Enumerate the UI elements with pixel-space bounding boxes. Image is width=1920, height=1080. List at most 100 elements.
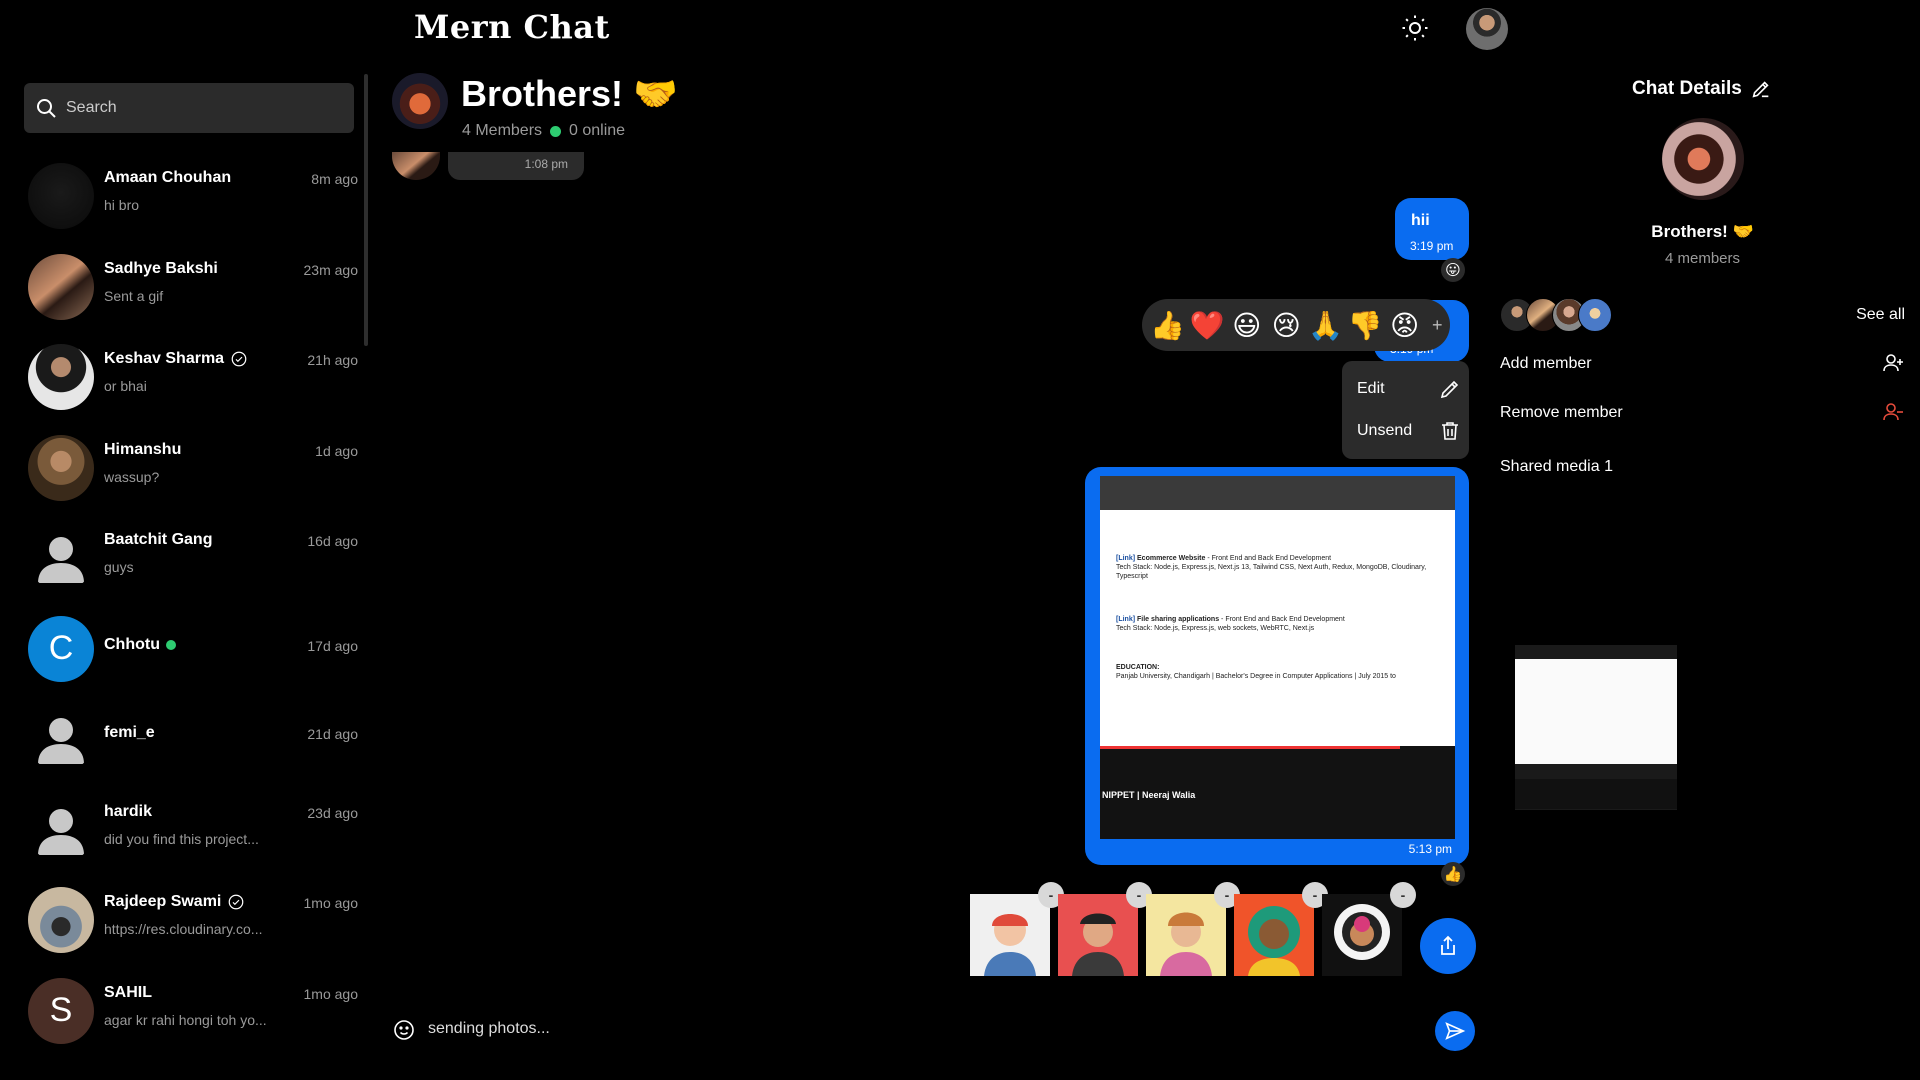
details-group-name: Brothers! 🤝: [1651, 222, 1754, 241]
chat-list: Amaan Chouhan hi bro 8m ago Sadhye Baksh…: [24, 151, 358, 1056]
see-all-link[interactable]: See all: [1856, 306, 1905, 324]
message-context-menu: Edit Unsend: [1342, 361, 1469, 459]
chat-details-panel: Chat Details Brothers! 🤝 4 members See a…: [1500, 58, 1920, 1080]
reaction-thumbs-up[interactable]: 👍: [1148, 305, 1187, 345]
message-reaction[interactable]: 😛: [1441, 258, 1465, 282]
sidebar-scrollbar[interactable]: [364, 74, 368, 346]
shared-image[interactable]: [Link] Ecommerce Website - Front End and…: [1100, 476, 1455, 839]
online-count: 0 online: [569, 122, 626, 139]
search-box: [24, 83, 354, 133]
app-logo[interactable]: Mern Chat: [414, 8, 610, 46]
avatar: [28, 887, 94, 953]
reaction-thumbs-down[interactable]: 👎: [1345, 305, 1384, 345]
chat-item[interactable]: Keshav Sharma or bhai 21h ago: [24, 332, 358, 423]
image-message[interactable]: [Link] Ecommerce Website - Front End and…: [1085, 467, 1469, 865]
reaction-picker: 👍 ❤️ 😃 😢 🙏 👎 😡 +: [1142, 299, 1450, 351]
group-avatar[interactable]: [392, 73, 448, 129]
chat-item[interactable]: femi_e 21d ago: [24, 694, 358, 785]
chat-item[interactable]: Sadhye Bakshi Sent a gif 23m ago: [24, 242, 358, 333]
remove-member-button[interactable]: Remove member: [1500, 403, 1905, 422]
avatar: [28, 434, 94, 501]
send-icon: [1445, 1022, 1466, 1040]
screenshot-browser-bar: [1100, 476, 1455, 510]
sun-icon[interactable]: [1400, 13, 1430, 43]
profile-avatar[interactable]: [1466, 8, 1508, 50]
chat-item[interactable]: Himanshu wassup? 1d ago: [24, 423, 358, 514]
edit-icon[interactable]: [1750, 78, 1772, 100]
composer-status[interactable]: sending photos...: [428, 1020, 550, 1038]
reaction-pray[interactable]: 🙏: [1306, 305, 1345, 345]
online-indicator: [550, 125, 562, 137]
chat-time: 23m ago: [303, 261, 358, 278]
shared-media-thumbnail[interactable]: [1515, 645, 1677, 810]
message-composer: sending photos...: [392, 1010, 1482, 1060]
message-reaction[interactable]: 👍: [1441, 862, 1465, 886]
chat-item[interactable]: hardik did you find this project... 23d …: [24, 785, 358, 876]
chat-preview: hi bro: [104, 197, 140, 213]
thumbnail-video-bar: [1515, 779, 1677, 809]
details-member-count: 4 members: [1664, 250, 1741, 267]
chat-name-text: Baatchit Gang: [104, 531, 213, 548]
chat-name: Sadhye Bakshi: [104, 260, 218, 278]
search-icon: [37, 99, 56, 118]
chat-item[interactable]: Baatchit Gang guys 16d ago: [24, 513, 358, 604]
chat-time: 23d ago: [307, 804, 358, 821]
upload-thumbnail: -: [1234, 882, 1328, 976]
member-count: 4 Members: [462, 122, 543, 139]
avatar: [28, 163, 94, 229]
message-time: 3:19 pm: [1410, 239, 1454, 253]
message-bubble[interactable]: hii 3:19 pm: [1395, 198, 1469, 260]
chat-item[interactable]: Amaan Chouhan hi bro 8m ago: [24, 151, 358, 242]
thumbnail-document: [1515, 659, 1677, 764]
unsend-menu-item[interactable]: Unsend: [1357, 411, 1462, 451]
sidebar: Amaan Chouhan hi bro 8m ago Sadhye Baksh…: [0, 58, 370, 1080]
member-avatars[interactable]: [1500, 298, 1620, 332]
remove-member-label: Remove member: [1500, 404, 1623, 421]
chat-preview: wassup?: [104, 468, 160, 485]
upload-thumbnail: -: [1146, 882, 1240, 976]
video-progress: [1100, 746, 1400, 749]
shared-media-label: Shared media 1: [1500, 458, 1613, 475]
upload-thumbnail: -: [1058, 882, 1152, 976]
avatar: [28, 253, 94, 320]
chat-item[interactable]: Rajdeep Swami https://res.cloudinary.co.…: [24, 875, 358, 966]
chat-time: 1d ago: [315, 442, 358, 459]
chat-item[interactable]: C Chhotu 17d ago: [24, 604, 358, 695]
trash-icon: [1442, 422, 1458, 440]
chat-preview: Sent a gif: [104, 287, 164, 304]
search-input[interactable]: [66, 83, 346, 133]
reaction-sad[interactable]: 😢: [1266, 305, 1305, 345]
group-title[interactable]: Brothers! 🤝: [461, 73, 678, 115]
top-bar: Mern Chat: [0, 0, 1920, 58]
app-root: Mern Chat Amaan Chouhan hi bro 8m ago S: [0, 0, 1920, 1080]
remove-user-icon: [1883, 403, 1903, 421]
chat-name-text: Amaan Chouhan: [104, 169, 232, 186]
chat-item[interactable]: S SAHIL agar kr rahi hongi toh yo... 1mo…: [24, 966, 358, 1057]
reaction-angry[interactable]: 😡: [1385, 305, 1424, 345]
screenshot-video-bar: NIPPET | Neeraj Walia: [1100, 746, 1455, 839]
chat-name: Amaan Chouhan: [104, 169, 231, 187]
pencil-icon: [1440, 380, 1459, 399]
add-member-button[interactable]: Add member: [1500, 354, 1905, 373]
share-icon: [1441, 935, 1455, 955]
chat-time: 17d ago: [307, 637, 358, 654]
message-bubble[interactable]: 1:08 pm: [448, 152, 584, 180]
chat-name-text: Himanshu: [104, 440, 182, 458]
chat-name: Baatchit Gang: [104, 531, 212, 549]
upload-button[interactable]: [1420, 918, 1476, 974]
remove-upload-button[interactable]: -: [1390, 882, 1416, 908]
chat-name-text: Keshav Sharma: [104, 350, 225, 367]
avatar: [28, 344, 94, 410]
reaction-smile[interactable]: 😃: [1227, 305, 1266, 345]
chat-preview: or bhai: [104, 378, 147, 394]
member-info: 4 Members 0 online: [462, 122, 625, 140]
send-button[interactable]: [1435, 1011, 1475, 1051]
emoji-icon[interactable]: [392, 1018, 416, 1042]
avatar: S: [28, 977, 94, 1044]
chat-name-text: femi_e: [104, 724, 155, 741]
add-member-label: Add member: [1500, 355, 1592, 372]
reaction-heart[interactable]: ❤️: [1187, 305, 1226, 345]
more-reactions-button[interactable]: +: [1424, 315, 1450, 336]
avatar: C: [28, 615, 94, 682]
edit-menu-item[interactable]: Edit: [1357, 369, 1462, 409]
